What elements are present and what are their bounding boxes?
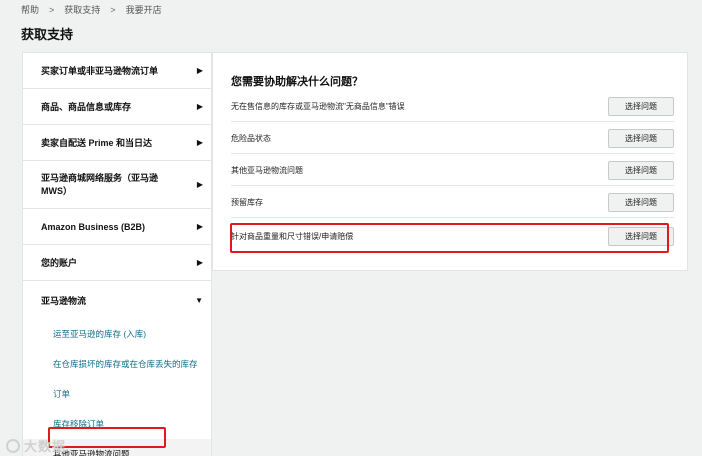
issue-row-reserved-inventory: 预留库存 选择问题: [231, 187, 674, 218]
sidebar-item-mws[interactable]: 亚马逊商城网络服务（亚马逊 MWS） ▶: [23, 161, 211, 209]
select-issue-button[interactable]: 选择问题: [608, 192, 674, 212]
panel-heading: 您需要协助解决什么问题？: [231, 76, 363, 88]
page-title: 获取支持: [21, 27, 74, 42]
sidebar-item-products-inventory[interactable]: 商品、商品信息或库存 ▶: [23, 89, 211, 125]
breadcrumb: 帮助 > 获取支持 > 我要开店: [21, 3, 162, 16]
caret-right-icon: ▶: [196, 180, 203, 189]
sidebar-item-label: 亚马逊商城网络服务（亚马逊 MWS）: [41, 172, 159, 196]
breadcrumb-separator: >: [49, 4, 55, 15]
sidebar-item-label: 商品、商品信息或库存: [41, 102, 132, 112]
sidebar-item-label: 亚马逊物流: [41, 295, 87, 306]
issue-label: 其他亚马逊物流问题: [231, 165, 303, 175]
caret-right-icon: ▶: [196, 102, 203, 111]
sidebar-item-buyer-orders[interactable]: 买家订单或非亚马逊物流订单 ▶: [23, 53, 211, 89]
issue-row-no-listing: 无在售信息的库存或亚马逊物流"无商品信息"错误 选择问题: [231, 91, 674, 122]
sidebar-item-label: Amazon Business (B2B): [41, 221, 146, 232]
breadcrumb-current: 我要开店: [125, 5, 162, 15]
issue-row-hazmat: 危险品状态 选择问题: [231, 123, 674, 154]
issue-label: 危险品状态: [231, 133, 271, 143]
sidebar-item-fba[interactable]: 亚马逊物流 ▼: [23, 281, 211, 319]
select-issue-button[interactable]: 选择问题: [608, 96, 674, 116]
caret-right-icon: ▶: [196, 138, 203, 147]
breadcrumb-separator: >: [110, 4, 116, 15]
select-issue-button[interactable]: 选择问题: [608, 128, 674, 148]
sidebar-subitem-inbound[interactable]: 运至亚马逊的库存 (入库): [23, 319, 211, 349]
sidebar-item-label: 您的账户: [41, 258, 78, 268]
highlight-box: [230, 223, 669, 253]
sidebar-subitem-damaged-lost[interactable]: 在仓库损坏的库存或在仓库丢失的库存: [23, 349, 211, 379]
caret-down-icon: ▼: [195, 295, 203, 305]
issue-label: 预留库存: [231, 197, 263, 207]
breadcrumb-get-support[interactable]: 获取支持: [64, 3, 100, 16]
sidebar-item-label: 卖家自配送 Prime 和当日达: [41, 138, 153, 148]
caret-right-icon: ▶: [196, 258, 203, 267]
sidebar-item-seller-prime[interactable]: 卖家自配送 Prime 和当日达 ▶: [23, 125, 211, 161]
issue-label: 无在售信息的库存或亚马逊物流"无商品信息"错误: [231, 101, 405, 111]
watermark: 大数据: [6, 436, 66, 455]
sidebar-item-account[interactable]: 您的账户 ▶: [23, 245, 211, 281]
sidebar-item-label: 买家订单或非亚马逊物流订单: [41, 66, 159, 76]
watermark-logo-icon: [6, 438, 20, 453]
sidebar-item-business[interactable]: Amazon Business (B2B) ▶: [23, 209, 211, 245]
caret-right-icon: ▶: [196, 66, 203, 75]
sidebar-subitem-orders[interactable]: 订单: [23, 379, 211, 409]
breadcrumb-help[interactable]: 帮助: [21, 3, 39, 16]
caret-right-icon: ▶: [196, 222, 203, 231]
select-issue-button[interactable]: 选择问题: [608, 160, 674, 180]
watermark-text: 大数据: [24, 439, 67, 454]
sidebar-nav: 买家订单或非亚马逊物流订单 ▶ 商品、商品信息或库存 ▶ 卖家自配送 Prime…: [22, 52, 212, 456]
issue-row-other-fba: 其他亚马逊物流问题 选择问题: [231, 155, 674, 186]
